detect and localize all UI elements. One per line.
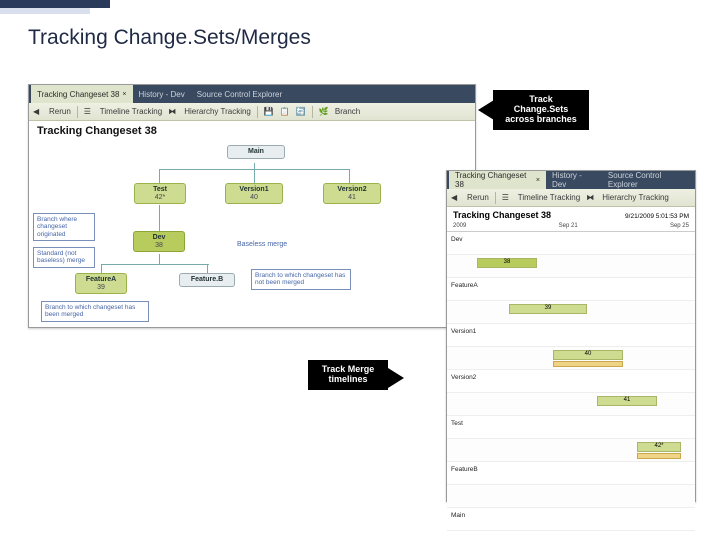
save-icon[interactable]: 💾 <box>264 107 274 117</box>
node-test[interactable]: Test42* <box>134 183 186 204</box>
timeline-tracking-button[interactable]: Timeline Tracking <box>100 107 162 116</box>
branch-button[interactable]: Branch <box>335 107 360 116</box>
row-label: Main <box>451 512 465 519</box>
callout-not-merged: Branch to which changeset has not been m… <box>251 269 351 290</box>
node-version2[interactable]: Version241 <box>323 183 381 204</box>
hierarchy-icon[interactable]: ⧓ <box>168 107 178 117</box>
node-feature-a[interactable]: FeatureA39 <box>75 273 127 294</box>
node-main[interactable]: Main <box>227 145 285 159</box>
date-start: Sep 21 <box>559 223 578 229</box>
tab-bar: Tracking Changeset 38× History - Dev Sou… <box>447 171 695 189</box>
row-label: Version2 <box>451 374 476 381</box>
timeline-icon[interactable]: ☰ <box>84 107 94 117</box>
tab-source-explorer[interactable]: Source Control Explorer <box>191 85 288 103</box>
callout-std-merge: Standard (not baseless) merge <box>33 247 95 268</box>
tab-tracking[interactable]: Tracking Changeset 38× <box>449 171 546 189</box>
timeline-tracking-button[interactable]: Timeline Tracking <box>518 193 580 202</box>
bar-dev[interactable]: 38 <box>477 258 537 268</box>
rerun-button[interactable]: Rerun <box>49 107 71 116</box>
hierarchy-tracking-button[interactable]: Hierarchy Tracking <box>602 193 669 202</box>
node-dev[interactable]: Dev38 <box>133 231 185 252</box>
tab-history[interactable]: History - Dev <box>546 171 602 189</box>
panel-title: Tracking Changeset 38 <box>29 121 475 139</box>
bar-version1-sub[interactable] <box>553 361 623 367</box>
panel-title: Tracking Changeset 38 <box>447 207 557 223</box>
node-version1[interactable]: Version140 <box>225 183 283 204</box>
label-baseless-merge: Baseless merge <box>237 239 287 251</box>
annotation-changesets: Track Change.Sets across branches <box>493 90 589 130</box>
annotation-merge-timelines: Track Merge timelines <box>308 360 388 390</box>
bar-test[interactable]: 42* <box>637 442 681 452</box>
callout-origin: Branch where changeset originated <box>33 213 95 241</box>
copy-icon[interactable]: 📋 <box>280 107 290 117</box>
row-label: Dev <box>451 236 463 243</box>
row-label: Test <box>451 420 463 427</box>
tab-history[interactable]: History - Dev <box>133 85 191 103</box>
timeline-icon[interactable]: ☰ <box>502 193 512 203</box>
close-icon[interactable]: × <box>536 177 540 184</box>
row-label: FeatureB <box>451 466 478 473</box>
date-end: Sep 25 <box>670 223 689 229</box>
node-feature-b[interactable]: Feature.B <box>179 273 235 287</box>
toolbar: ◀ Rerun ☰ Timeline Tracking ⧓ Hierarchy … <box>447 189 695 207</box>
bar-version2[interactable]: 41 <box>597 396 657 406</box>
timeline-panel: Tracking Changeset 38× History - Dev Sou… <box>446 170 696 502</box>
hierarchy-tracking-button[interactable]: Hierarchy Tracking <box>184 107 251 116</box>
timeline-grid: Dev 38 FeatureA 39 Version1 40 Version2 … <box>447 231 695 493</box>
branch-icon[interactable]: 🌿 <box>319 107 329 117</box>
date-year: 2009 <box>453 223 466 229</box>
hierarchy-panel: Tracking Changeset 38× History - Dev Sou… <box>28 84 476 328</box>
tab-tracking[interactable]: Tracking Changeset 38× <box>31 85 133 103</box>
refresh-icon[interactable]: 🔄 <box>296 107 306 117</box>
timestamp: 9/21/2009 5:01:53 PM <box>625 213 689 220</box>
hierarchy-diagram: Main Test42* Version140 Version241 Dev38… <box>29 139 475 325</box>
rerun-button[interactable]: Rerun <box>467 193 489 202</box>
row-label: FeatureA <box>451 282 478 289</box>
row-label: Version1 <box>451 328 476 335</box>
close-icon[interactable]: × <box>122 91 126 98</box>
tab-source-explorer[interactable]: Source Control Explorer <box>602 171 695 189</box>
callout-merged: Branch to which changeset has been merge… <box>41 301 149 322</box>
back-icon[interactable]: ◀ <box>33 107 43 117</box>
toolbar: ◀ Rerun ☰ Timeline Tracking ⧓ Hierarchy … <box>29 103 475 121</box>
back-icon[interactable]: ◀ <box>451 193 461 203</box>
bar-featurea[interactable]: 39 <box>509 304 587 314</box>
bar-test-sub[interactable] <box>637 453 681 459</box>
tab-bar: Tracking Changeset 38× History - Dev Sou… <box>29 85 475 103</box>
slide-title: Tracking Change.Sets/Merges <box>28 26 311 50</box>
hierarchy-icon[interactable]: ⧓ <box>586 193 596 203</box>
bar-version1[interactable]: 40 <box>553 350 623 360</box>
